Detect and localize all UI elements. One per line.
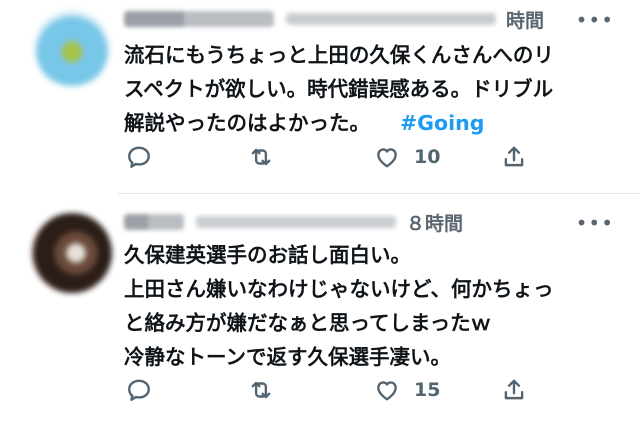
tweet-text-line: 流石にもうちょっと上田の久保くんさんへのリ xyxy=(124,43,554,67)
reply-icon xyxy=(128,146,150,168)
tweet-text-line: 上田さん嫌いなわけじゃないけど、何かちょっ xyxy=(124,277,554,301)
share-icon xyxy=(504,146,524,167)
tweet[interactable]: 時間 ••• 流石にもうちょっと上田の久保くんさんへのリ スペクトが欲しい。時代… xyxy=(0,0,640,194)
timestamp[interactable]: 時間 xyxy=(506,6,544,33)
like-count: 15 xyxy=(414,379,441,401)
retweet-icon xyxy=(251,148,271,166)
tweet-text-line: スペクトが欲しい。時代錯誤感ある。ドリブル xyxy=(124,77,554,101)
retweet-button[interactable] xyxy=(248,373,274,407)
tweet-text: 流石にもうちょっと上田の久保くんさんへのリ スペクトが欲しい。時代錯誤感ある。ド… xyxy=(124,38,620,140)
heart-icon xyxy=(377,381,397,401)
like-button[interactable]: 10 xyxy=(374,140,440,174)
retweet-icon xyxy=(251,381,271,399)
like-count: 10 xyxy=(414,146,441,168)
reply-icon xyxy=(128,379,150,401)
tweet-text-line: 久保建英選手のお話し面白い。 xyxy=(124,243,411,267)
tweet-actions: 10 xyxy=(124,140,544,174)
tweet[interactable]: ８時間 ••• 久保建英選手のお話し面白い。 上田さん嫌いなわけじゃないけど、何… xyxy=(0,194,640,428)
username-blurred xyxy=(286,13,496,25)
username-blurred xyxy=(196,216,396,228)
display-name-blurred[interactable] xyxy=(124,214,184,230)
tweet-header: 時間 xyxy=(124,4,544,34)
share-button[interactable] xyxy=(501,373,527,407)
tweet-text-line: 冷静なトーンで返す久保選手凄い。 xyxy=(124,345,451,369)
tweet-text-line: と絡み方が嫌だなぁと思ってしまったｗ xyxy=(124,311,492,335)
tweet-text-line: 解説やったのはよかった。 xyxy=(124,111,370,135)
share-icon xyxy=(504,379,524,400)
more-options-icon[interactable]: ••• xyxy=(576,211,614,235)
avatar[interactable] xyxy=(34,10,110,86)
avatar[interactable] xyxy=(32,213,112,293)
more-options-icon[interactable]: ••• xyxy=(576,8,614,32)
timestamp[interactable]: ８時間 xyxy=(406,209,463,236)
like-button[interactable]: 15 xyxy=(374,373,440,407)
tweet-actions: 15 xyxy=(124,373,544,407)
tweet-text: 久保建英選手のお話し面白い。 上田さん嫌いなわけじゃないけど、何かちょっ と絡み… xyxy=(124,238,620,374)
reply-button[interactable] xyxy=(126,140,152,174)
retweet-button[interactable] xyxy=(248,140,274,174)
heart-icon xyxy=(377,148,397,168)
hashtag-link[interactable]: #Going xyxy=(400,111,484,135)
tweet-header: ８時間 xyxy=(124,207,463,237)
share-button[interactable] xyxy=(501,140,527,174)
reply-button[interactable] xyxy=(126,373,152,407)
display-name-blurred[interactable] xyxy=(124,11,274,27)
